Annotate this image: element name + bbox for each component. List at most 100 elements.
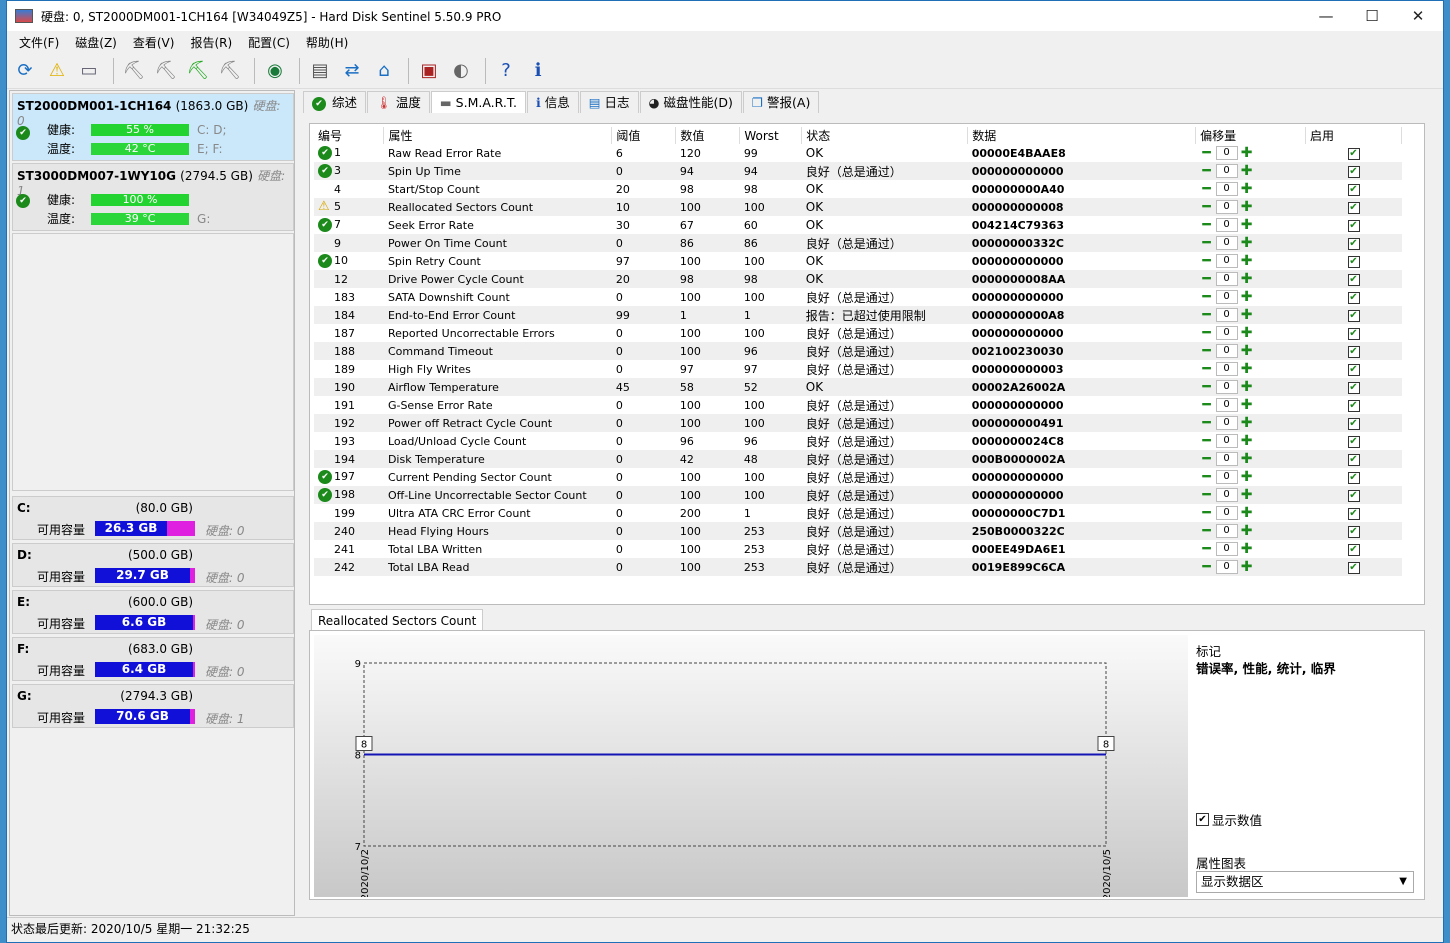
plus-icon[interactable]: ✚ (1240, 145, 1254, 161)
smart-row[interactable]: 187 Reported Uncorrectable Errors 0 100 100 良… (314, 324, 1402, 342)
enabled-checkbox[interactable]: ✔ (1347, 346, 1360, 358)
minus-icon[interactable]: ━ (1200, 289, 1214, 305)
offset-value[interactable]: 0 (1215, 272, 1238, 286)
minus-icon[interactable]: ━ (1200, 163, 1214, 179)
plus-icon[interactable]: ✚ (1240, 271, 1254, 287)
offset-value[interactable]: 0 (1215, 344, 1238, 358)
plus-icon[interactable]: ✚ (1240, 487, 1254, 503)
volume-d[interactable]: D: (500.0 GB) 可用容量 29.7 GB 硬盘: 0 (12, 543, 294, 587)
offset-value[interactable]: 0 (1215, 326, 1238, 340)
col-offset[interactable]: 偏移量 (1195, 127, 1306, 144)
plus-icon[interactable]: ✚ (1240, 397, 1254, 413)
chart-tab[interactable]: Reallocated Sectors Count (311, 609, 484, 631)
plus-icon[interactable]: ✚ (1240, 343, 1254, 359)
tab-log[interactable]: ▤ 日志 (579, 91, 639, 113)
smart-row[interactable]: 191 G-Sense Error Rate 0 100 100 良好（总是通过） 0000… (314, 396, 1402, 414)
minus-icon[interactable]: ━ (1200, 559, 1214, 575)
col-data[interactable]: 数据 (967, 127, 1197, 144)
offset-value[interactable]: 0 (1215, 290, 1238, 304)
smart-row[interactable]: 189 High Fly Writes 0 97 97 良好（总是通过） 000000000… (314, 360, 1402, 378)
help-icon[interactable]: ? (492, 57, 520, 85)
network-icon[interactable]: ⌂ (370, 57, 398, 85)
enabled-checkbox[interactable]: ✔ (1347, 220, 1360, 232)
attr-chart-select[interactable]: 显示数据区 ▼ (1196, 871, 1414, 893)
offset-value[interactable]: 0 (1215, 182, 1238, 196)
plus-icon[interactable]: ✚ (1240, 163, 1254, 179)
col-id[interactable]: 编号 (314, 127, 385, 144)
smart-row[interactable]: 4 Start/Stop Count 20 98 98 OK 000000000A40 ━ 0 ✚… (314, 180, 1402, 198)
enabled-checkbox[interactable]: ✔ (1347, 562, 1360, 574)
close-button[interactable]: ✕ (1395, 1, 1441, 31)
enabled-checkbox[interactable]: ✔ (1347, 544, 1360, 556)
minus-icon[interactable]: ━ (1200, 379, 1214, 395)
plus-icon[interactable]: ✚ (1240, 559, 1254, 575)
monitor-icon[interactable]: ▣ (415, 57, 443, 85)
tab-performance[interactable]: ◕ 磁盘性能(D) (639, 91, 742, 113)
plus-icon[interactable]: ✚ (1240, 217, 1254, 233)
smart-row[interactable]: 192 Power off Retract Cycle Count 0 100 100 良… (314, 414, 1402, 432)
smart-row[interactable]: 190 Airflow Temperature 45 58 52 OK 00002A2600… (314, 378, 1402, 396)
enabled-checkbox[interactable]: ✔ (1347, 238, 1360, 250)
minus-icon[interactable]: ━ (1200, 271, 1214, 287)
warning-icon[interactable]: ⚠ (43, 57, 71, 85)
enabled-checkbox[interactable]: ✔ (1347, 310, 1360, 322)
maximize-button[interactable]: ☐ (1349, 1, 1395, 31)
minus-icon[interactable]: ━ (1200, 235, 1214, 251)
enabled-checkbox[interactable]: ✔ (1347, 490, 1360, 502)
enabled-checkbox[interactable]: ✔ (1347, 292, 1360, 304)
enabled-checkbox[interactable]: ✔ (1347, 526, 1360, 538)
disk-tool-icon-4[interactable]: ⛏ (216, 57, 244, 85)
minimize-button[interactable]: — (1303, 1, 1349, 31)
plus-icon[interactable]: ✚ (1240, 235, 1254, 251)
minus-icon[interactable]: ━ (1200, 523, 1214, 539)
minus-icon[interactable]: ━ (1200, 343, 1214, 359)
enabled-checkbox[interactable]: ✔ (1347, 328, 1360, 340)
globe-icon[interactable]: ◉ (261, 57, 289, 85)
offset-value[interactable]: 0 (1215, 506, 1238, 520)
smart-row[interactable]: ✔ 10 Spin Retry Count 97 100 100 OK 00000000000… (314, 252, 1402, 270)
volume-e[interactable]: E: (600.0 GB) 可用容量 6.6 GB 硬盘: 0 (12, 590, 294, 634)
offset-value[interactable]: 0 (1215, 254, 1238, 268)
send-icon[interactable]: ⇄ (338, 57, 366, 85)
minus-icon[interactable]: ━ (1200, 307, 1214, 323)
volume-g[interactable]: G: (2794.3 GB) 可用容量 70.6 GB 硬盘: 1 (12, 684, 294, 728)
offset-value[interactable]: 0 (1215, 200, 1238, 214)
plus-icon[interactable]: ✚ (1240, 523, 1254, 539)
plus-icon[interactable]: ✚ (1240, 361, 1254, 377)
smart-row[interactable]: ✔ 7 Seek Error Rate 30 67 60 OK 004214C79363 ━ 0 ✚… (314, 216, 1402, 234)
smart-row[interactable]: 194 Disk Temperature 0 42 48 良好（总是通过） 000B0000… (314, 450, 1402, 468)
disk-tool-icon-3[interactable]: ⛏ (184, 57, 212, 85)
menu-help[interactable]: 帮助(H) (298, 34, 356, 51)
offset-value[interactable]: 0 (1215, 146, 1238, 160)
offset-value[interactable]: 0 (1215, 524, 1238, 538)
smart-row[interactable]: 193 Load/Unload Cycle Count 0 96 96 良好（总是通过） 0… (314, 432, 1402, 450)
minus-icon[interactable]: ━ (1200, 217, 1214, 233)
disk-tool-icon-2[interactable]: ⛏ (152, 57, 180, 85)
offset-value[interactable]: 0 (1215, 416, 1238, 430)
smart-row[interactable]: ⚠ 5 Reallocated Sectors Count 10 100 100 OK 000… (314, 198, 1402, 216)
menu-view[interactable]: 查看(V) (125, 34, 183, 51)
tab-temperature[interactable]: 🌡 温度 (367, 91, 430, 113)
minus-icon[interactable]: ━ (1200, 433, 1214, 449)
smart-row[interactable]: ✔ 3 Spin Up Time 0 94 94 良好（总是通过） 000000000000 ━… (314, 162, 1402, 180)
offset-value[interactable]: 0 (1215, 542, 1238, 556)
tab-alerts[interactable]: ❐ 警报(A) (742, 91, 820, 113)
plus-icon[interactable]: ✚ (1240, 469, 1254, 485)
minus-icon[interactable]: ━ (1200, 199, 1214, 215)
minus-icon[interactable]: ━ (1200, 415, 1214, 431)
smart-row[interactable]: 242 Total LBA Read 0 100 253 良好（总是通过） 0019E899… (314, 558, 1402, 576)
smart-row[interactable]: 183 SATA Downshift Count 0 100 100 良好（总是通过） 00… (314, 288, 1402, 306)
menu-disk[interactable]: 磁盘(Z) (67, 34, 125, 51)
plus-icon[interactable]: ✚ (1240, 415, 1254, 431)
offset-value[interactable]: 0 (1215, 488, 1238, 502)
volume-c[interactable]: C: (80.0 GB) 可用容量 26.3 GB 硬盘: 0 (12, 496, 294, 540)
plus-icon[interactable]: ✚ (1240, 541, 1254, 557)
minus-icon[interactable]: ━ (1200, 397, 1214, 413)
minus-icon[interactable]: ━ (1200, 505, 1214, 521)
enabled-checkbox[interactable]: ✔ (1347, 274, 1360, 286)
enabled-checkbox[interactable]: ✔ (1347, 382, 1360, 394)
col-attribute[interactable]: 属性 (383, 127, 613, 144)
plus-icon[interactable]: ✚ (1240, 199, 1254, 215)
minus-icon[interactable]: ━ (1200, 451, 1214, 467)
minus-icon[interactable]: ━ (1200, 469, 1214, 485)
